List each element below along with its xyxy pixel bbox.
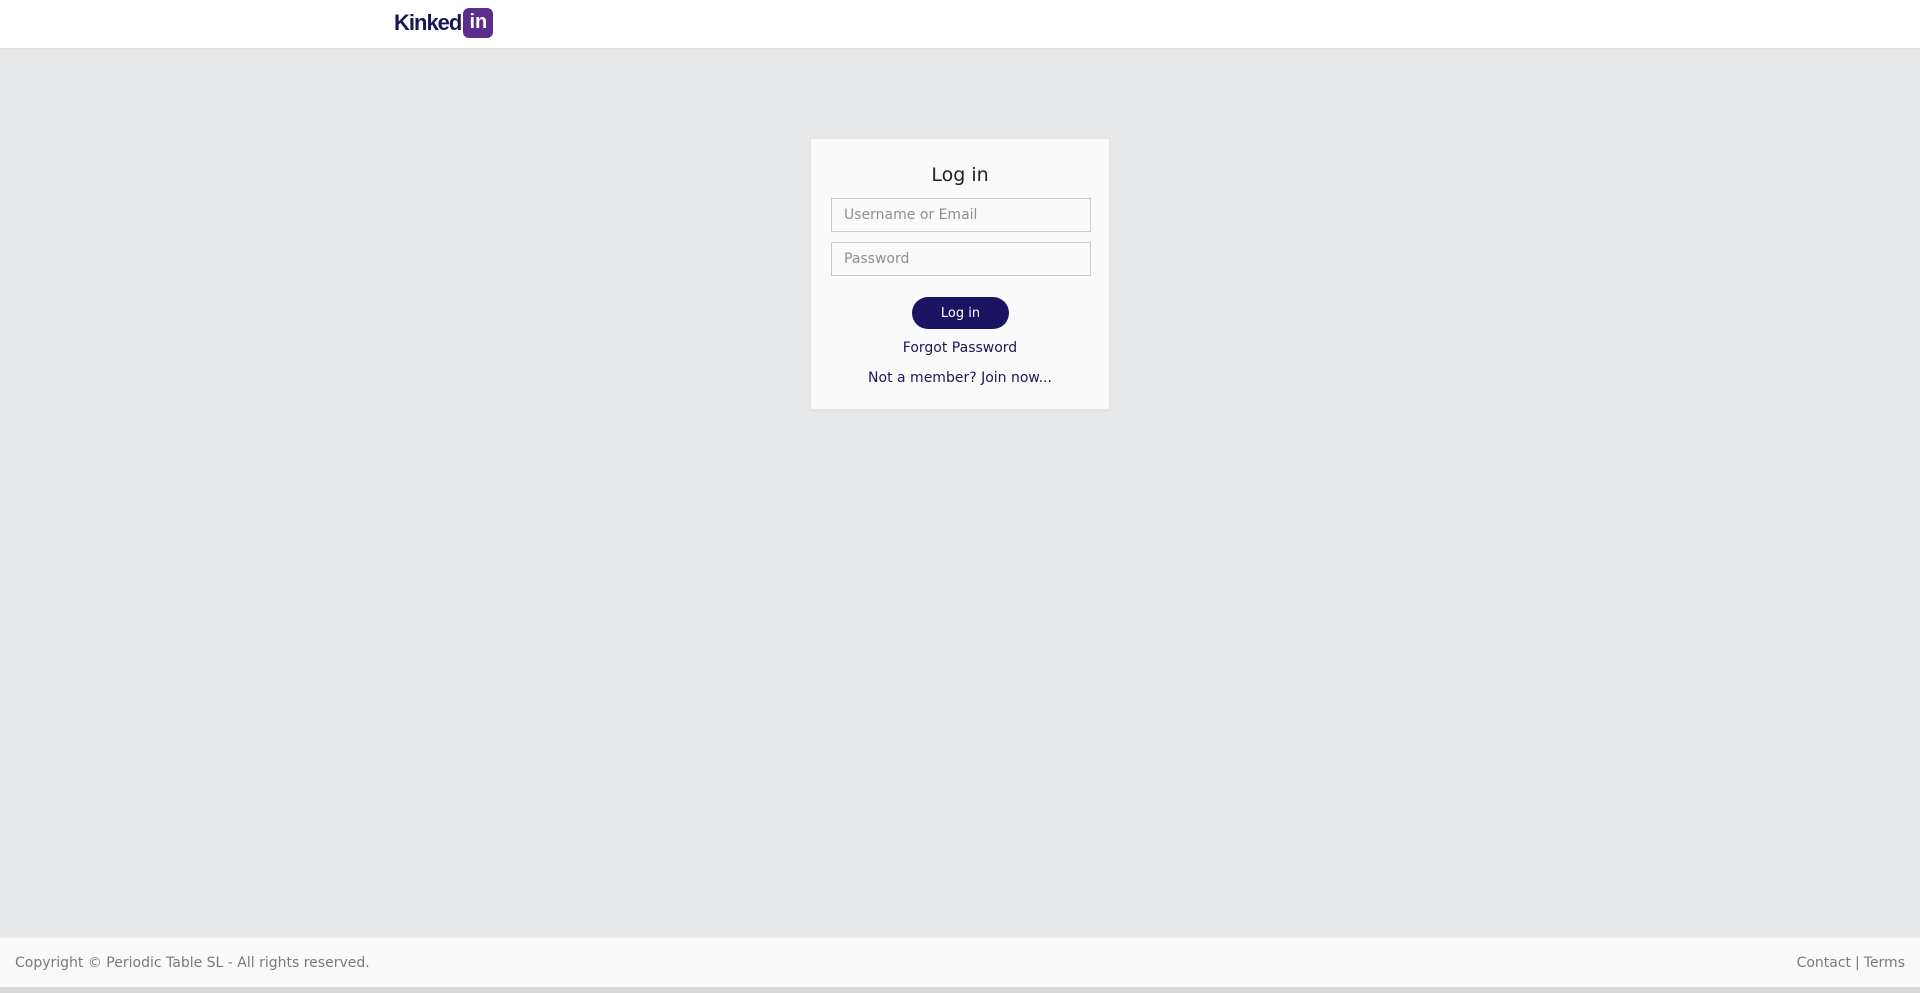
join-now-link[interactable]: Not a member? Join now... xyxy=(811,370,1109,386)
bottom-scroll-strip xyxy=(0,987,1920,993)
footer-separator: | xyxy=(1855,955,1860,971)
forgot-password-link[interactable]: Forgot Password xyxy=(811,340,1109,356)
kinkedin-logo[interactable]: Kinked in xyxy=(394,8,494,38)
copyright-text: Copyright © Periodic Table SL - All righ… xyxy=(15,955,370,971)
logo-text: Kinked xyxy=(394,10,462,35)
login-button[interactable]: Log in xyxy=(912,297,1009,329)
login-title: Log in xyxy=(931,164,989,186)
logo-badge: in xyxy=(463,8,494,38)
contact-link[interactable]: Contact xyxy=(1797,955,1851,971)
password-input[interactable] xyxy=(831,242,1091,276)
footer: Copyright © Periodic Table SL - All righ… xyxy=(0,937,1920,987)
footer-links: Contact | Terms xyxy=(1797,955,1905,971)
terms-link[interactable]: Terms xyxy=(1864,955,1905,971)
username-input[interactable] xyxy=(831,198,1091,232)
top-header: Kinked in xyxy=(0,0,1920,49)
login-card: Log in Log in Forgot Password Not a memb… xyxy=(810,138,1110,410)
